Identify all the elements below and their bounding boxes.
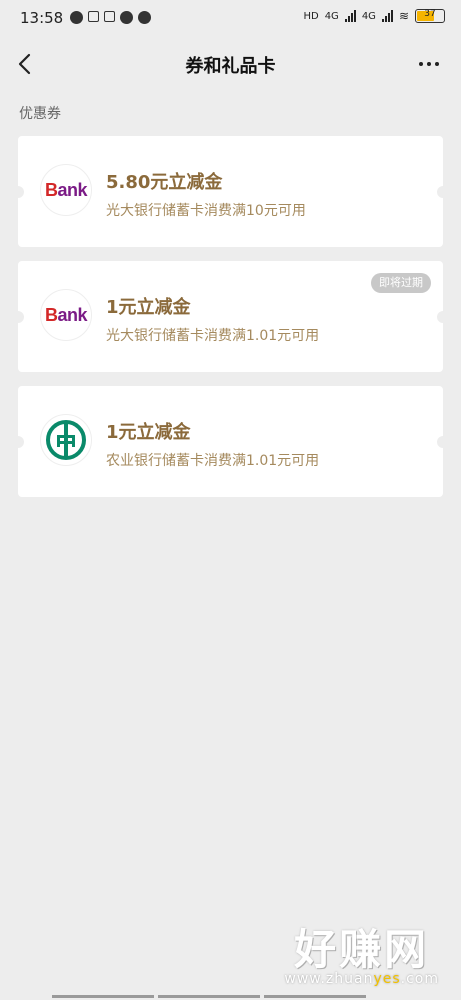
page-title: 券和礼品卡	[185, 56, 276, 77]
status-time: 13:58	[20, 9, 64, 27]
section-title: 优惠券	[19, 106, 61, 122]
news-notification-icon	[88, 11, 99, 22]
signal-icon	[344, 10, 356, 22]
coupon-card[interactable]: 1元立减金 农业银行储蓄卡消费满1.01元可用	[12, 386, 449, 497]
coupon-card[interactable]: 即将过期 Bank 1元立减金 光大银行储蓄卡消费满1.01元可用	[12, 261, 449, 372]
hd-icon: HD	[303, 10, 319, 22]
app-notification-icon	[70, 11, 83, 24]
watermark: 好赚网 www.zhuanyes.com	[284, 916, 439, 987]
coupon-title: 1元立减金	[106, 422, 191, 443]
watermark-url: www.zhuanyes.com	[284, 971, 439, 987]
more-dots-icon	[419, 62, 423, 66]
network-4g-label: 4G	[324, 10, 339, 22]
more-options-button[interactable]	[415, 50, 443, 78]
nav-header: 券和礼品卡	[0, 44, 461, 86]
ceb-bank-logo: Bank	[40, 289, 92, 341]
network-4g-label-2: 4G	[361, 10, 376, 22]
system-status: HD 4G 4G ≋ 37	[303, 9, 445, 23]
ceb-bank-logo-text: Bank	[44, 179, 88, 200]
coupon-description: 农业银行储蓄卡消费满1.01元可用	[106, 453, 320, 469]
notification-icons	[70, 11, 151, 24]
expiring-soon-badge: 即将过期	[371, 273, 431, 293]
coupon-description: 光大银行储蓄卡消费满10元可用	[106, 203, 306, 219]
ceb-bank-logo-text: Bank	[44, 304, 88, 325]
fire-notification-icon	[138, 11, 151, 24]
app2-notification-icon	[104, 11, 115, 22]
status-bar: 13:58 HD 4G 4G ≋ 37	[0, 0, 461, 36]
abc-bank-logo	[40, 414, 92, 466]
chat-notification-icon	[120, 11, 133, 24]
coupon-title: 5.80元立减金	[106, 172, 223, 193]
coupon-title: 1元立减金	[106, 297, 191, 318]
coupon-card[interactable]: Bank 5.80元立减金 光大银行储蓄卡消费满10元可用	[12, 136, 449, 247]
signal-icon-2	[381, 10, 393, 22]
watermark-title: 好赚网	[294, 925, 430, 974]
coupon-description: 光大银行储蓄卡消费满1.01元可用	[106, 328, 320, 344]
ceb-bank-logo: Bank	[40, 164, 92, 216]
wifi-icon: ≋	[398, 9, 409, 23]
bottom-indicator	[52, 995, 366, 998]
abc-bank-logo-icon	[46, 420, 86, 460]
battery-level: 37	[424, 9, 436, 19]
battery-icon: 37	[415, 9, 445, 23]
